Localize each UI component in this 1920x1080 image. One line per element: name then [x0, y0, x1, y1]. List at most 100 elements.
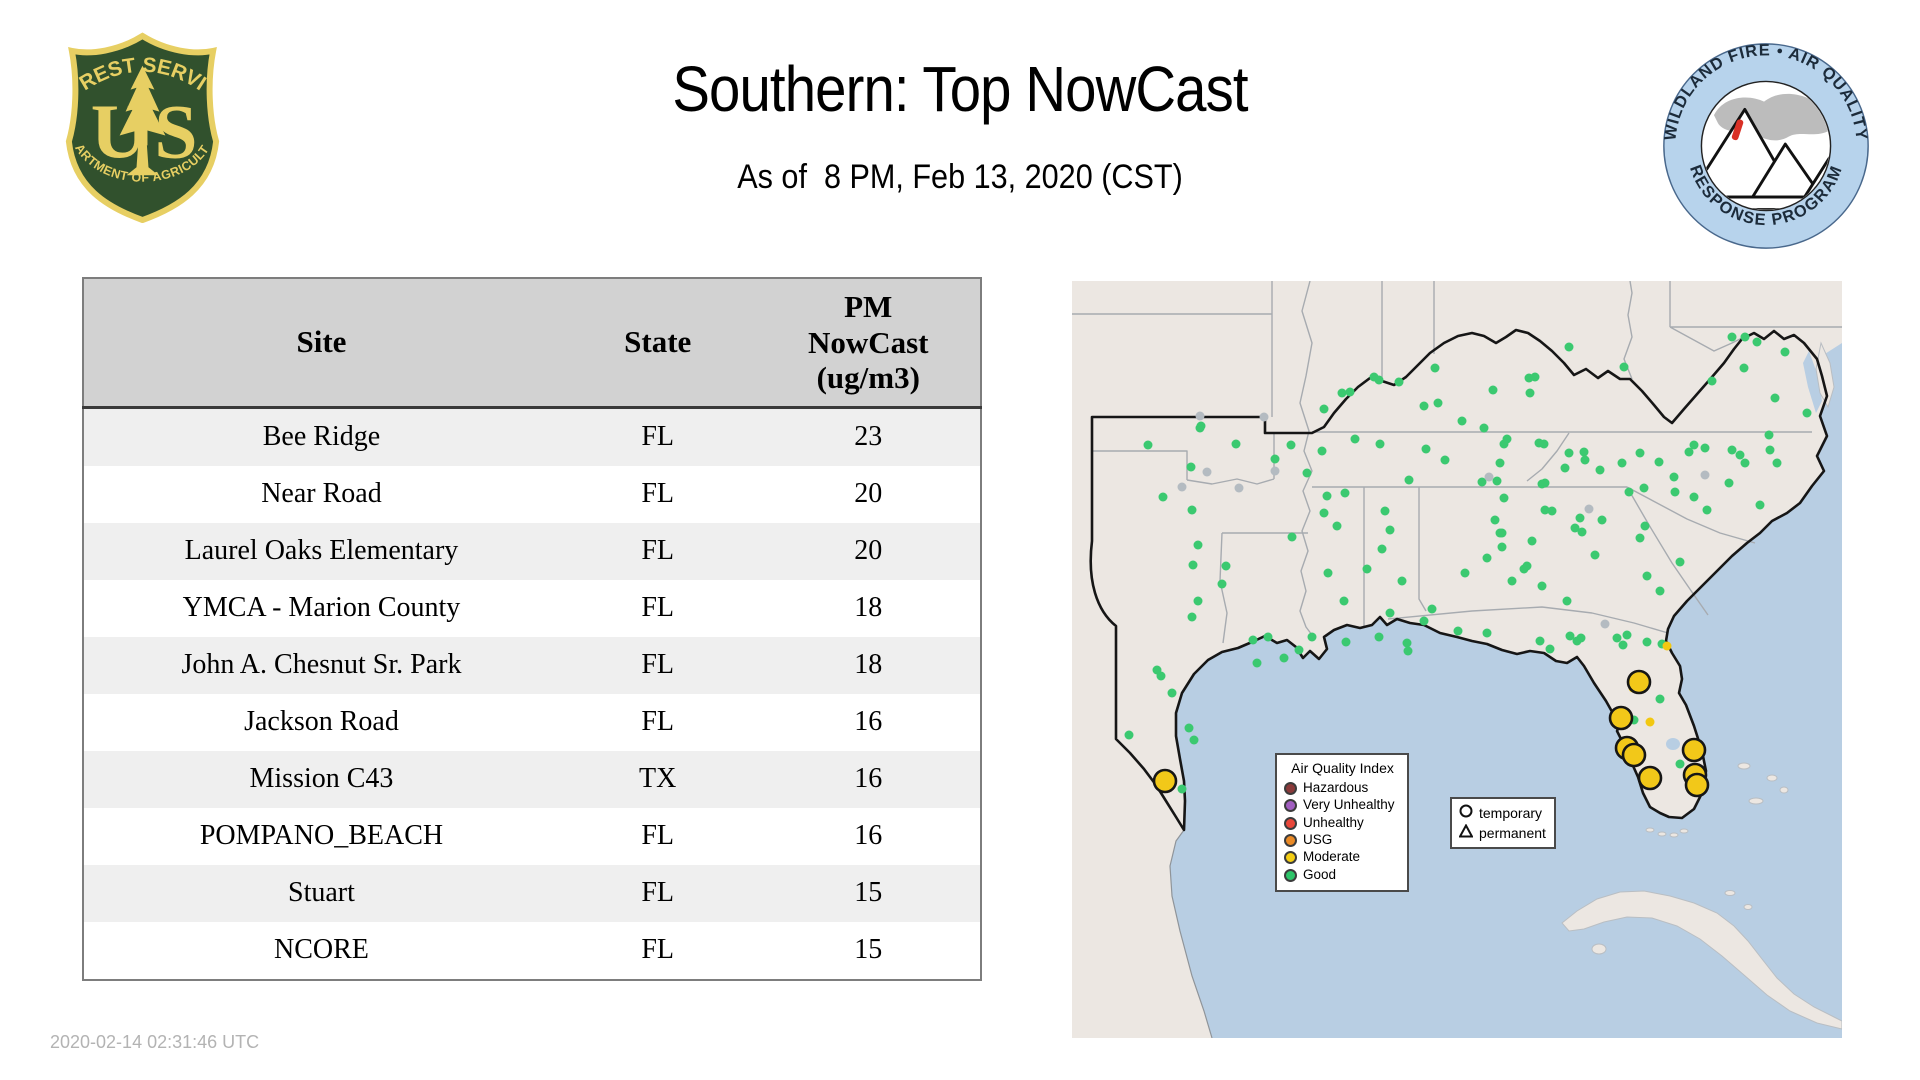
pm-nowcast-cell: 18 [756, 636, 981, 694]
generated-timestamp: 2020-02-14 02:31:46 UTC [50, 1032, 260, 1052]
monitor-dot-good [1669, 472, 1679, 482]
monitor-dot-nodata [1584, 504, 1594, 514]
state-cell: FL [558, 522, 757, 580]
temporary-circle-icon [1458, 804, 1474, 823]
monitor-dot-nodata [1234, 483, 1244, 493]
state-cell: FL [558, 636, 757, 694]
monitor-dot-good [1642, 637, 1652, 647]
monitor-dot-good [1143, 440, 1153, 450]
monitor-dot-moderate-temporary [1637, 765, 1663, 791]
monitor-dot-good [1577, 527, 1587, 537]
state-cell: FL [558, 807, 757, 865]
pm-nowcast-cell: 20 [756, 522, 981, 580]
monitor-dot-good [1635, 533, 1645, 543]
monitor-dot-good [1564, 342, 1574, 352]
monitor-dot-good [1323, 568, 1333, 578]
monitor-dot-good [1497, 542, 1507, 552]
monitor-dot-good [1540, 478, 1550, 488]
monitor-dot-good [1740, 332, 1750, 342]
monitor-dot-good [1619, 362, 1629, 372]
monitor-dot-good [1397, 576, 1407, 586]
monitor-dot-good [1221, 561, 1231, 571]
aqi-item-label: Good [1303, 866, 1337, 882]
monitor-dot-good [1177, 784, 1187, 794]
monitor-dot-good [1302, 468, 1312, 478]
monitor-dot-good [1457, 416, 1467, 426]
site-cell: Bee Ridge [83, 407, 559, 466]
monitor-dot-good [1802, 408, 1812, 418]
site-cell: Jackson Road [83, 693, 559, 751]
monitor-dot-good [1702, 505, 1712, 515]
pm-nowcast-cell: 20 [756, 465, 981, 523]
table-row: Stuart FL 15 [83, 864, 981, 922]
state-cell: FL [558, 465, 757, 523]
monitor-dot-good [1270, 454, 1280, 464]
monitor-dot-good [1580, 455, 1590, 465]
monitor-dot-good [1765, 445, 1775, 455]
monitor-dot-nodata [1259, 412, 1269, 422]
monitor-dot-good [1707, 376, 1717, 386]
table-row: YMCA - Marion County FL 18 [83, 579, 981, 637]
monitor-dot-good [1167, 688, 1177, 698]
monitor-dot-good [1490, 515, 1500, 525]
monitor-dot-good [1770, 393, 1780, 403]
site-cell: NCORE [83, 921, 559, 980]
monitor-dot-good [1193, 596, 1203, 606]
pm-nowcast-cell: 18 [756, 579, 981, 637]
aqi-legend-item: USG [1284, 832, 1401, 848]
pm-nowcast-cell: 16 [756, 693, 981, 751]
table-header-row: Site State PM NowCast (ug/m3) [83, 278, 981, 409]
map-svg [1072, 280, 1843, 1039]
table-row: Near Road FL 20 [83, 465, 981, 523]
monitor-dot-good [1595, 465, 1605, 475]
monitor-dot-good [1307, 632, 1317, 642]
monitor-dot-good [1362, 564, 1372, 574]
aqi-legend-item: Very Unhealthy [1284, 797, 1401, 813]
monitor-dot-good [1530, 372, 1540, 382]
monitor-dot-moderate [1662, 641, 1672, 651]
monitor-dot-good [1341, 637, 1351, 647]
monitor-dot-moderate-temporary [1681, 737, 1707, 763]
monitor-dot-good [1527, 536, 1537, 546]
monitor-dot-good [1377, 544, 1387, 554]
monitor-dot-good [1380, 506, 1390, 516]
state-cell: FL [558, 407, 757, 466]
aqi-legend-item: Moderate [1284, 850, 1401, 865]
monitor-dot-good [1535, 636, 1545, 646]
monitor-dot-good [1740, 458, 1750, 468]
aqi-item-label: Hazardous [1303, 780, 1369, 795]
monitor-dot-good [1252, 658, 1262, 668]
pm-nowcast-cell: 15 [756, 864, 981, 922]
monitor-dot-good [1350, 434, 1360, 444]
monitor-dot-nodata [1700, 470, 1710, 480]
monitor-dot-good [1689, 492, 1699, 502]
monitor-dot-good [1287, 532, 1297, 542]
monitor-dot-good [1263, 632, 1273, 642]
monitor-dot-good [1419, 401, 1429, 411]
monitor-dot-good [1755, 500, 1765, 510]
monitor-dot-moderate [1645, 717, 1655, 727]
monitor-dot-good [1195, 423, 1205, 433]
monitor-dot-good [1286, 440, 1296, 450]
monitor-dot-good [1345, 387, 1355, 397]
monitor-type-legend: temporary permanent [1450, 797, 1556, 849]
monitor-dot-good [1184, 723, 1194, 733]
monitor-dot-good [1492, 476, 1502, 486]
aqi-legend-item: Good [1284, 866, 1401, 883]
pm-nowcast-cell: 16 [756, 807, 981, 865]
monitor-dot-good [1642, 571, 1652, 581]
aqi-item-label: Moderate [1303, 849, 1361, 865]
monitor-dot-good [1525, 388, 1535, 398]
monitor-dot-good [1394, 377, 1404, 387]
monitor-dot-good [1319, 404, 1329, 414]
monitor-dot-nodata [1484, 472, 1494, 482]
pm-nowcast-cell: 16 [756, 750, 981, 808]
monitor-dot-moderate-temporary [1684, 772, 1710, 798]
monitor-dot-moderate-temporary [1621, 742, 1647, 768]
monitor-dot-good [1534, 438, 1544, 448]
monitor-dot-good [1402, 638, 1412, 648]
monitor-dot-good [1385, 608, 1395, 618]
monitor-dot-good [1186, 462, 1196, 472]
pm-nowcast-cell: 23 [756, 407, 981, 466]
monitor-dot-good [1618, 640, 1628, 650]
